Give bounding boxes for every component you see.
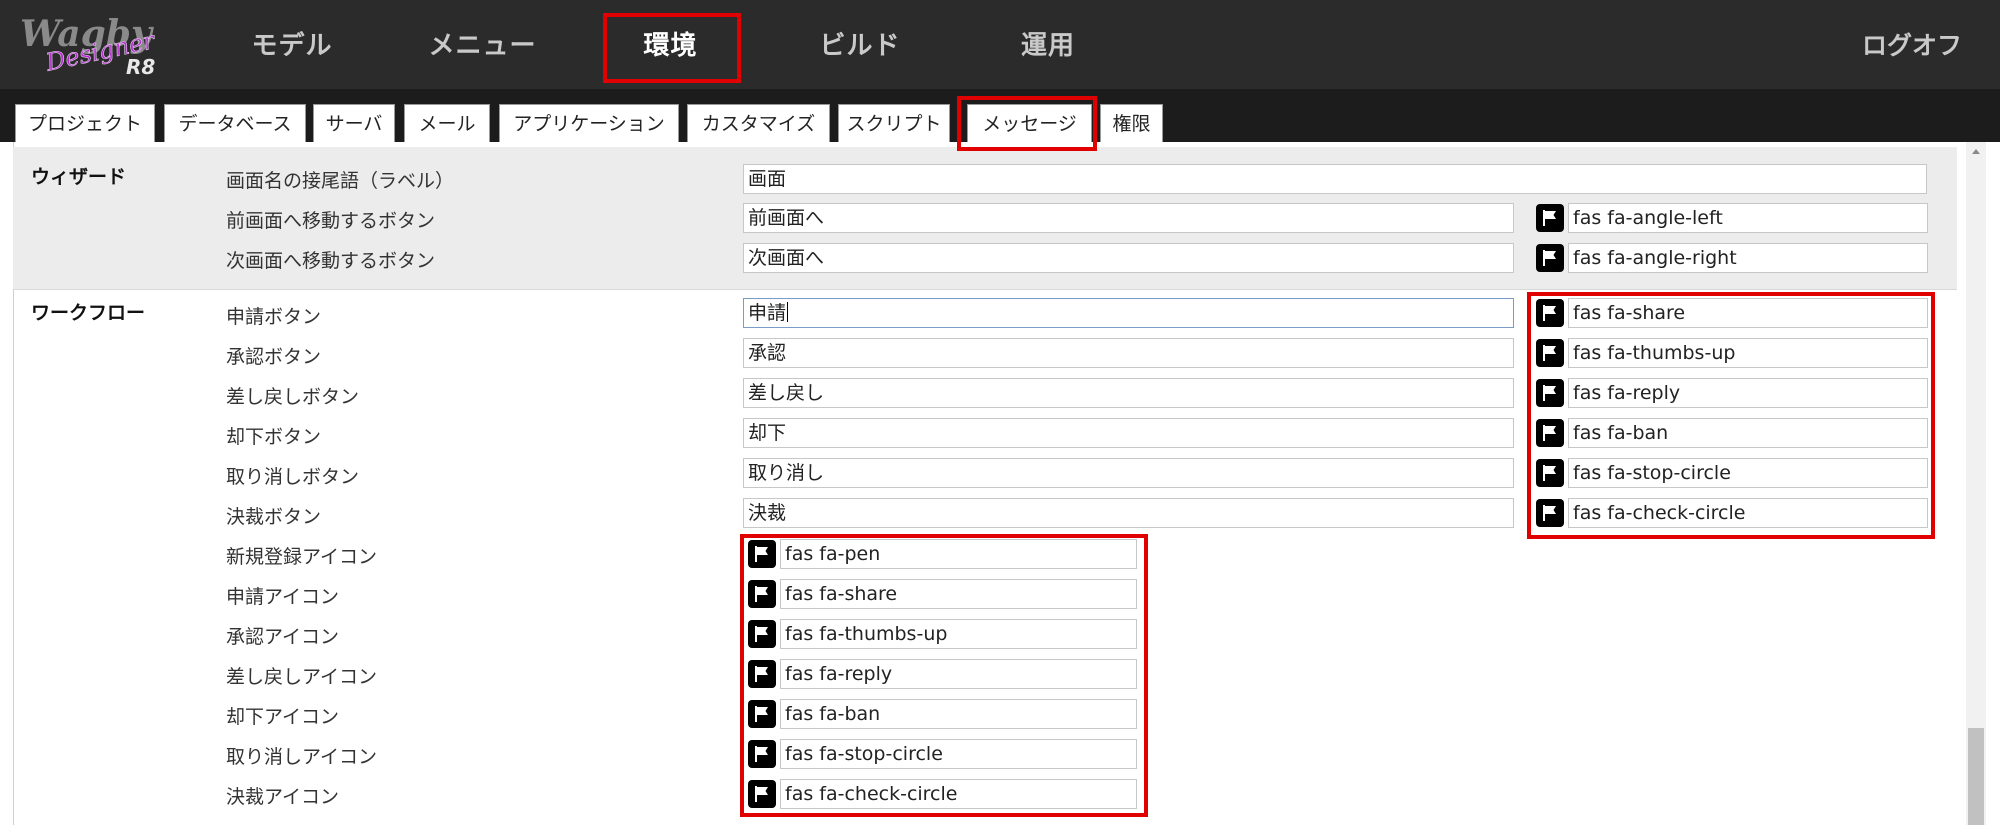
workflow-approve-button-input[interactable]: 承認 [743,338,1514,368]
tab-project[interactable]: プロジェクト [15,104,155,142]
wizard-screen-suffix-input[interactable]: 画面 [743,164,1927,194]
workflow-cancel-icon-input[interactable]: fas fa-stop-circle [1568,458,1928,488]
workflow-remand-button-input[interactable]: 差し戻し [743,378,1514,408]
workflow-remand-icon-only-input[interactable]: fas fa-reply [780,659,1137,689]
tab-server[interactable]: サーバ [313,104,395,142]
workflow-cancel-icon-only-row: fas fa-stop-circle [748,739,1140,769]
text-caret [787,302,789,322]
workflow-section-title: ワークフロー [31,302,146,324]
workflow-reject-icon-only-input[interactable]: fas fa-ban [780,699,1137,729]
wizard-prev-icon-row: fas fa-angle-left [1536,203,1928,233]
wizard-next-icon-input[interactable]: fas fa-angle-right [1568,243,1928,273]
wizard-label-screen-suffix: 画面名の接尾語（ラベル） [226,170,455,192]
flag-icon[interactable] [1536,299,1564,327]
workflow-apply-button-input[interactable]: 申請 [743,298,1514,328]
workflow-decision-icon-only-input[interactable]: fas fa-check-circle [780,779,1137,809]
workflow-label-reject-button: 却下ボタン [226,426,322,448]
tab-mail[interactable]: メール [404,104,490,142]
workflow-approve-icon-input[interactable]: fas fa-thumbs-up [1568,338,1928,368]
tab-script[interactable]: スクリプト [838,104,950,142]
workflow-decision-icon-only-row: fas fa-check-circle [748,779,1140,809]
flag-icon[interactable] [1536,339,1564,367]
wizard-section-title: ウィザード [31,166,127,188]
workflow-cancel-button-input[interactable]: 取り消し [743,458,1514,488]
wizard-prev-button-input[interactable]: 前画面へ [743,203,1514,233]
tab-customize[interactable]: カスタマイズ [687,104,830,142]
top-navigation-bar: Wagby Designer R8 モデル メニュー 環境 ビルド 運用 ログオ… [0,0,2000,90]
nav-menu[interactable]: メニュー [420,0,545,89]
workflow-reject-icon-input[interactable]: fas fa-ban [1568,418,1928,448]
wagby-designer-logo[interactable]: Wagby Designer R8 [18,10,178,79]
nav-model[interactable]: モデル [236,0,348,89]
workflow-decision-icon-input[interactable]: fas fa-check-circle [1568,498,1928,528]
scrollbar-thumb[interactable] [1968,728,1984,825]
tab-message[interactable]: メッセージ [967,104,1092,142]
workflow-apply-icon-only-input[interactable]: fas fa-share [780,579,1137,609]
workflow-cancel-icon-row: fas fa-stop-circle [1536,458,1928,488]
flag-icon[interactable] [1536,419,1564,447]
flag-icon[interactable] [748,700,776,728]
tab-application[interactable]: アプリケーション [499,104,679,142]
scroll-up-arrow-icon[interactable] [1966,142,1986,162]
apply-button-value: 申請 [748,302,787,324]
flag-icon[interactable] [748,740,776,768]
workflow-reject-icon-row: fas fa-ban [1536,418,1928,448]
workflow-apply-icon-only-row: fas fa-share [748,579,1140,609]
workflow-reject-icon-only-row: fas fa-ban [748,699,1140,729]
flag-icon[interactable] [748,580,776,608]
nav-build[interactable]: ビルド [800,0,920,89]
workflow-label-apply-button: 申請ボタン [226,306,322,328]
workflow-approve-icon-only-input[interactable]: fas fa-thumbs-up [780,619,1137,649]
flag-icon[interactable] [1536,204,1564,232]
workflow-remand-icon-only-row: fas fa-reply [748,659,1140,689]
tab-permission[interactable]: 権限 [1100,104,1163,142]
section-divider [13,289,1957,290]
flag-icon[interactable] [748,780,776,808]
workflow-new-icon-row: fas fa-pen [748,539,1140,569]
vertical-scrollbar[interactable] [1966,142,1986,825]
wizard-next-button-input[interactable]: 次画面へ [743,243,1514,273]
workflow-reject-button-input[interactable]: 却下 [743,418,1514,448]
workflow-apply-icon-row: fas fa-share [1536,298,1928,328]
workflow-decision-icon-row: fas fa-check-circle [1536,498,1928,528]
workflow-remand-icon-row: fas fa-reply [1536,378,1928,408]
workflow-label-cancel-button: 取り消しボタン [226,466,360,488]
wizard-prev-icon-input[interactable]: fas fa-angle-left [1568,203,1928,233]
workflow-label-approve-button: 承認ボタン [226,346,322,368]
wizard-next-icon-row: fas fa-angle-right [1536,243,1928,273]
tab-database[interactable]: データベース [164,104,306,142]
settings-tab-bar: プロジェクト データベース サーバ メール アプリケーション カスタマイズ スク… [0,89,2000,142]
flag-icon[interactable] [748,660,776,688]
wizard-label-prev-button: 前画面へ移動するボタン [226,210,436,232]
workflow-cancel-icon-only-input[interactable]: fas fa-stop-circle [780,739,1137,769]
flag-icon[interactable] [1536,459,1564,487]
flag-icon[interactable] [1536,244,1564,272]
workflow-label-approve-icon: 承認アイコン [226,626,340,648]
workflow-label-reject-icon: 却下アイコン [226,706,340,728]
flag-icon[interactable] [748,620,776,648]
workflow-decision-button-input[interactable]: 決裁 [743,498,1514,528]
workflow-remand-icon-input[interactable]: fas fa-reply [1568,378,1928,408]
workflow-label-new-icon: 新規登録アイコン [226,546,378,568]
nav-environment[interactable]: 環境 [603,0,738,89]
workflow-approve-icon-row: fas fa-thumbs-up [1536,338,1928,368]
workflow-label-apply-icon: 申請アイコン [226,586,340,608]
workflow-label-remand-button: 差し戻しボタン [226,386,360,408]
workflow-label-remand-icon: 差し戻しアイコン [226,666,378,688]
wizard-label-next-button: 次画面へ移動するボタン [226,250,436,272]
workflow-label-cancel-icon: 取り消しアイコン [226,746,378,768]
flag-icon[interactable] [748,540,776,568]
workflow-apply-icon-input[interactable]: fas fa-share [1568,298,1928,328]
nav-operation[interactable]: 運用 [998,0,1098,89]
flag-icon[interactable] [1536,379,1564,407]
svg-text:R8: R8 [126,55,155,78]
workflow-new-icon-input[interactable]: fas fa-pen [780,539,1137,569]
flag-icon[interactable] [1536,499,1564,527]
workflow-approve-icon-only-row: fas fa-thumbs-up [748,619,1140,649]
workflow-label-decision-icon: 決裁アイコン [226,786,340,808]
logoff-link[interactable]: ログオフ [1862,0,1962,89]
workflow-label-decision-button: 決裁ボタン [226,506,322,528]
